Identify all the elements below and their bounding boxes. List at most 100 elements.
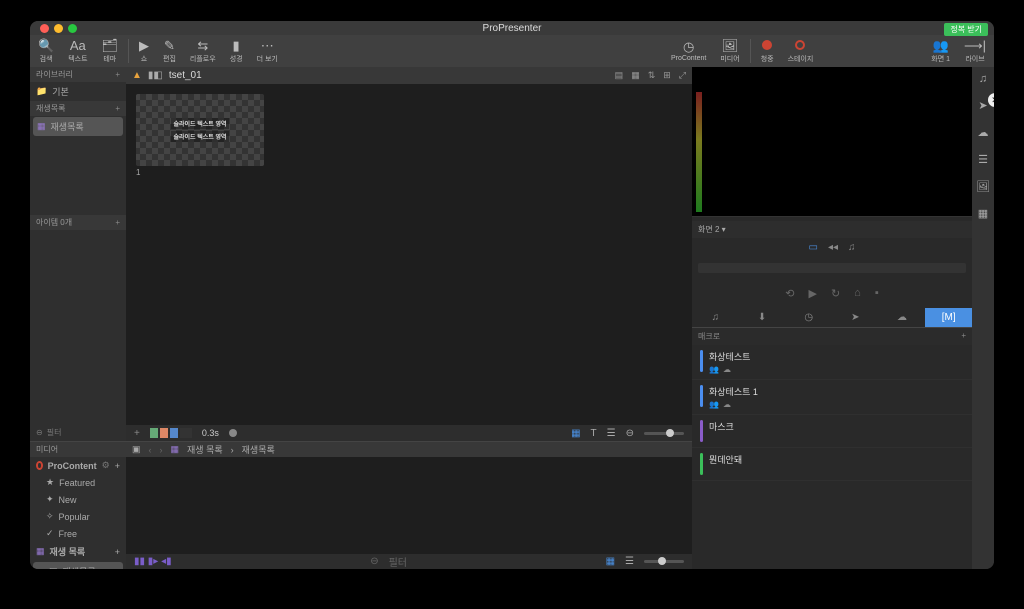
minimize-window-button[interactable] (54, 24, 63, 33)
add-playlist-button[interactable]: + (115, 104, 120, 113)
right-strip-icon-4[interactable]: 🖼 (976, 180, 990, 193)
play-icon[interactable]: ▶ (808, 287, 816, 300)
media-arrangement-icons[interactable]: ▮▮ ▮▸ ◂▮ (134, 556, 172, 567)
media-grid-icon[interactable]: ▦ (606, 556, 615, 567)
panel-tab-4[interactable]: ☁ (879, 308, 926, 327)
screen-selector[interactable]: 화면 2 ▾ (692, 221, 972, 238)
media-feature-new[interactable]: ✦New (30, 491, 126, 508)
panel-tab-1[interactable]: ⬇ (739, 308, 786, 327)
media-sidebar: 미디어 ProContent ⚙ + ★Featured✦New✧Popular… (30, 442, 126, 569)
grid-view-icon[interactable]: ▦ (571, 428, 580, 439)
media-zoom-slider[interactable] (644, 560, 684, 563)
settings-icon[interactable]: ⚙ (102, 460, 110, 471)
preview-display-icon[interactable]: ▭ (809, 242, 818, 253)
preview-mode-strip: ▭ ◂◂ ♫ (692, 238, 972, 257)
feature-icon: ✓ (46, 528, 54, 539)
media-feature-popular[interactable]: ✧Popular (30, 508, 126, 525)
right-strip-icon-2[interactable]: ☁ (978, 126, 989, 139)
arrangement-icons[interactable] (150, 428, 192, 438)
theme-button[interactable]: 🗂테마 (102, 39, 119, 64)
macro-item[interactable]: 뭔데안돼 (692, 448, 972, 481)
stage-button[interactable]: 스테이지 (788, 39, 814, 64)
media-playlist-group[interactable]: ▦ 재생 목록 + (30, 542, 126, 561)
play-button[interactable]: ▶쇼 (139, 39, 149, 64)
easy-view-icon[interactable]: ⊖ (626, 428, 634, 439)
macro-color-bar (700, 350, 703, 372)
right-strip-icon-1[interactable]: ➤ (978, 99, 987, 112)
more-button[interactable]: ⋯더 보기 (257, 39, 278, 64)
macro-item[interactable]: 화상테스트 👥☁ (692, 345, 972, 380)
subscribe-badge[interactable]: 정복 받기 (944, 23, 988, 36)
end-icon[interactable]: ▪ (875, 287, 879, 300)
media-list-icon[interactable]: ☰ (625, 556, 634, 567)
panes-button[interactable]: 👥화면 1 (931, 39, 950, 64)
add-procontent-button[interactable]: + (115, 461, 120, 471)
loop-icon[interactable]: ↻ (831, 287, 840, 300)
add-item-button[interactable]: + (115, 218, 120, 227)
breadcrumb-1[interactable]: 재생 목록 (187, 443, 223, 456)
panel-tab-3[interactable]: ➤ (832, 308, 879, 327)
breadcrumb-2[interactable]: 재생목록 (242, 443, 275, 456)
slide-preview: 슬라이드 텍스트 영역 슬라이드 텍스트 영역 (136, 94, 264, 166)
right-strip-icon-3[interactable]: ☰ (978, 153, 988, 166)
right-strip-icon-0[interactable]: ♫ (979, 73, 987, 85)
media-filter-icon[interactable]: ⊖ (370, 556, 378, 567)
panel-tab-5[interactable]: [M] (925, 308, 972, 327)
media-content: ▣ ‹ › ▦ 재생 목록 › 재생목록 ▮▮ ▮▸ ◂▮ ⊖ 필터 (126, 442, 692, 569)
add-media-playlist-button[interactable]: + (115, 547, 120, 557)
procontent-item[interactable]: ProContent ⚙ + (30, 457, 126, 474)
expand-icon[interactable]: ⤢ (679, 70, 686, 81)
grid-control-icon[interactable]: ⊞ (663, 70, 671, 81)
live-button[interactable]: ⟶|라이브 (964, 39, 986, 64)
add-macro-button[interactable]: + (961, 331, 966, 342)
warning-icon: ▲ (132, 70, 142, 81)
panel-tab-0[interactable]: ♫ (692, 308, 739, 327)
layout-view-icon[interactable]: ▤ (615, 70, 624, 81)
list-view-icon[interactable]: ▦ (631, 70, 640, 81)
arrange-icon[interactable]: ⇅ (648, 70, 656, 81)
timeline[interactable] (692, 257, 972, 279)
media-feature-free[interactable]: ✓Free (30, 525, 126, 542)
add-library-button[interactable]: + (115, 70, 120, 79)
edit-button[interactable]: ✎편집 (163, 39, 176, 64)
timing-slider[interactable] (229, 429, 237, 437)
preview-audio-icon[interactable]: ◂◂ (828, 242, 838, 253)
text-view-icon[interactable]: T (591, 428, 597, 439)
macro-item[interactable]: 마스크 (692, 415, 972, 448)
panel-tab-2[interactable]: ◷ (785, 308, 832, 327)
nav-fwd-icon[interactable]: › (160, 445, 163, 455)
filter-icon: ⊖ (36, 428, 43, 437)
zoom-window-button[interactable] (68, 24, 77, 33)
left-filter[interactable]: ⊖ 필터 (30, 424, 126, 441)
close-window-button[interactable] (40, 24, 49, 33)
slide-thumb-1[interactable]: 슬라이드 텍스트 영역 슬라이드 텍스트 영역 1 (136, 94, 264, 177)
slides-canvas[interactable]: 슬라이드 텍스트 영역 슬라이드 텍스트 영역 1 (126, 84, 692, 425)
procontent-button[interactable]: ◷ProContent (671, 40, 706, 62)
macro-item[interactable]: 화상테스트 1 👥☁ (692, 380, 972, 415)
bible-button[interactable]: ▮성경 (230, 39, 243, 64)
procontent-icon: ◷ (683, 40, 694, 53)
media-filter-label: 필터 (389, 554, 407, 569)
rewind-icon[interactable]: ⟲ (785, 287, 794, 300)
media-button[interactable]: 🖼미디어 (720, 39, 739, 64)
add-slide-button[interactable]: + (134, 428, 140, 439)
media-canvas[interactable] (126, 457, 692, 554)
output-preview[interactable] (692, 67, 972, 217)
media-playlist-item-1[interactable]: ▤ 재생목록 (33, 562, 123, 569)
list-view2-icon[interactable]: ☰ (607, 428, 616, 439)
preview-music-icon[interactable]: ♫ (848, 242, 856, 253)
library-item[interactable]: 📁 기본 (30, 82, 126, 101)
media-view-icon[interactable]: ▣ (132, 444, 141, 455)
audience-button[interactable]: 청중 (761, 39, 774, 64)
media-feature-featured[interactable]: ★Featured (30, 474, 126, 491)
reflow-button[interactable]: ⇆리플로우 (190, 39, 216, 64)
text-button[interactable]: Aa텍스트 (68, 39, 87, 64)
nav-back-icon[interactable]: ‹ (149, 445, 152, 455)
zoom-slider[interactable] (644, 432, 684, 435)
search-button[interactable]: 🔍검색 (38, 39, 54, 64)
right-strip-icon-5[interactable]: ▦ (978, 207, 988, 220)
playlist-item[interactable]: ▦ 재생목록 (33, 117, 123, 136)
transition-timing[interactable]: 0.3s (202, 428, 219, 438)
marker-icon[interactable]: ⌂ (854, 287, 861, 300)
playlist-icon: ▦ (37, 121, 46, 132)
